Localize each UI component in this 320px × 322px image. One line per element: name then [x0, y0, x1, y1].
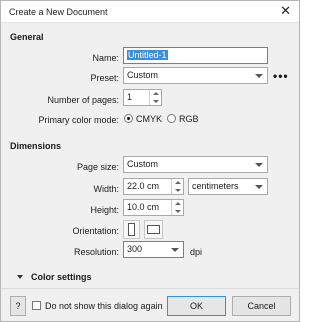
- units-select-value: centimeters: [192, 181, 239, 191]
- name-input[interactable]: Untitled-1: [123, 47, 268, 64]
- preset-select[interactable]: Custom: [123, 67, 268, 84]
- new-document-dialog: Create a New Document ✕ General Name: Un…: [0, 0, 300, 322]
- width-input-value: 22.0 cm: [127, 181, 160, 191]
- cmyk-radio-label: CMYK: [136, 114, 163, 124]
- chevron-down-icon: [255, 163, 263, 167]
- page-size-select-value: Custom: [127, 159, 159, 169]
- rgb-radio[interactable]: [167, 114, 176, 123]
- resolution-unit: dpi: [190, 247, 203, 257]
- pages-stepper-value: 1: [127, 92, 133, 102]
- help-button[interactable]: ?: [10, 296, 26, 316]
- pages-stepper[interactable]: 1: [123, 89, 162, 106]
- chevron-down-icon: [255, 74, 263, 78]
- name-label: Name:: [92, 53, 119, 63]
- portrait-button[interactable]: [123, 220, 140, 239]
- spin-down-icon[interactable]: [175, 210, 181, 213]
- general-heading: General: [10, 32, 44, 42]
- rgb-radio-label: RGB: [179, 114, 199, 124]
- name-input-value: Untitled-1: [127, 50, 168, 60]
- page-size-select[interactable]: Custom: [123, 156, 268, 173]
- more-options-icon[interactable]: •••: [273, 70, 289, 82]
- ok-button[interactable]: OK: [167, 296, 226, 316]
- resolution-select[interactable]: 300: [123, 241, 184, 258]
- page-size-label: Page size:: [76, 162, 119, 172]
- dont-show-label: Do not show this dialog again: [45, 301, 163, 311]
- preset-label: Preset:: [90, 73, 119, 83]
- pages-spin-buttons[interactable]: [149, 90, 161, 105]
- height-label: Height:: [90, 205, 119, 215]
- height-spin-buttons[interactable]: [171, 200, 183, 215]
- close-icon[interactable]: ✕: [280, 4, 291, 18]
- landscape-button[interactable]: [144, 220, 163, 239]
- spin-up-icon[interactable]: [175, 181, 181, 184]
- landscape-icon: [147, 225, 160, 234]
- footer-divider: [1, 288, 299, 289]
- expand-triangle-icon[interactable]: [17, 275, 23, 279]
- orientation-label: Orientation:: [72, 226, 119, 236]
- spin-up-icon[interactable]: [153, 92, 159, 95]
- spin-up-icon[interactable]: [175, 202, 181, 205]
- height-input-value: 10.0 cm: [127, 202, 160, 212]
- width-label: Width:: [93, 184, 119, 194]
- resolution-label: Resolution:: [73, 247, 119, 257]
- chevron-down-icon: [255, 185, 263, 189]
- width-input[interactable]: 22.0 cm: [123, 178, 184, 195]
- preset-select-value: Custom: [127, 70, 159, 80]
- spin-down-icon[interactable]: [175, 189, 181, 192]
- cancel-button[interactable]: Cancel: [232, 296, 291, 316]
- height-input[interactable]: 10.0 cm: [123, 199, 184, 216]
- portrait-icon: [128, 223, 135, 236]
- units-select[interactable]: centimeters: [188, 178, 268, 195]
- spin-down-icon[interactable]: [153, 100, 159, 103]
- dont-show-checkbox[interactable]: [32, 301, 41, 310]
- color-mode-label: Primary color mode:: [38, 115, 119, 125]
- width-spin-buttons[interactable]: [171, 179, 183, 194]
- cmyk-radio[interactable]: [124, 114, 133, 123]
- color-settings-toggle[interactable]: Color settings: [31, 272, 92, 282]
- dialog-title: Create a New Document: [9, 7, 108, 17]
- dimensions-heading: Dimensions: [10, 141, 62, 151]
- chevron-down-icon: [171, 248, 179, 252]
- resolution-select-value: 300: [127, 244, 143, 254]
- pages-label: Number of pages:: [47, 95, 119, 105]
- title-bar: Create a New Document ✕: [1, 1, 299, 23]
